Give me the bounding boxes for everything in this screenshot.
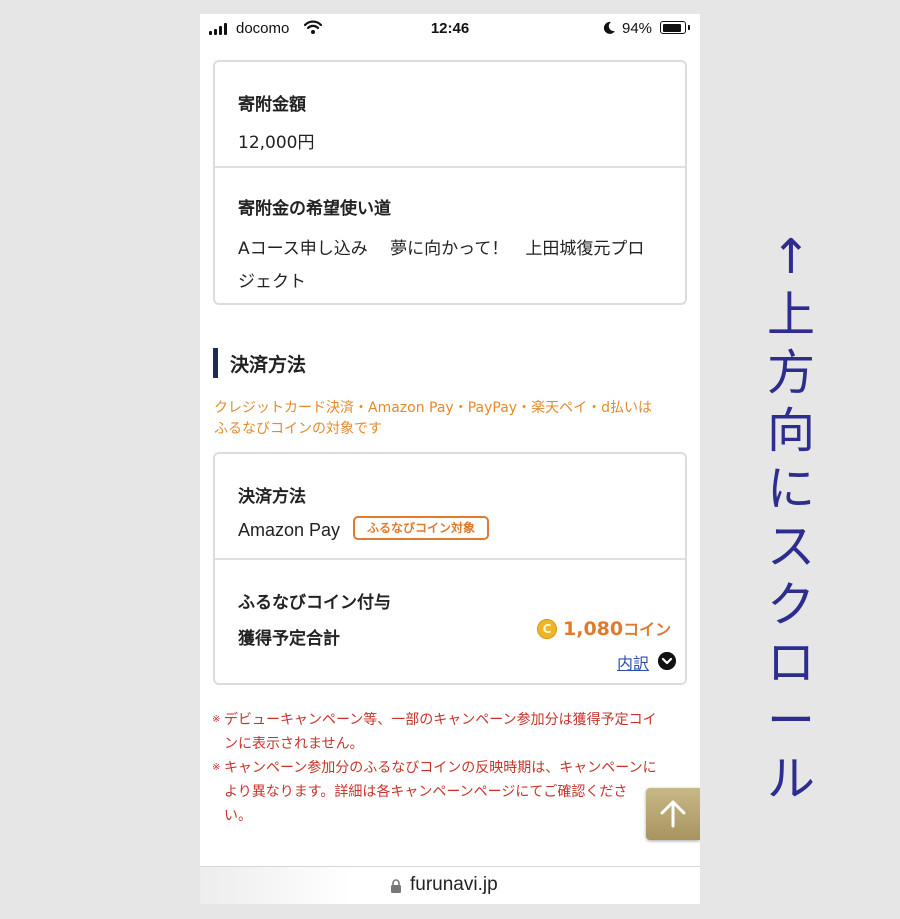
annotation-char: 方 [766, 345, 815, 401]
phone-screen: docomo 12:46 94% 寄附金額 12,000円 寄附金の希望使い道 … [200, 14, 700, 904]
coin-award-label: ふるなびコイン付与 [238, 593, 391, 613]
breakdown-link[interactable]: 内訳 [617, 650, 649, 674]
donation-amount-label: 寄附金額 [238, 95, 306, 115]
donation-usage-value-line2: ジェクト [238, 272, 306, 292]
battery-tip [688, 25, 690, 30]
lock-icon [391, 879, 401, 893]
campaign-notes: ※ デビューキャンペーン等、一部のキャンペーン参加分は獲得予定コイ ンに表示され… [212, 708, 690, 828]
coin-unit: コイン [623, 620, 672, 639]
note-item: ※ キャンペーン参加分のふるなびコインの反映時期は、キャンペーンに より異なりま… [212, 756, 690, 828]
coin-total: 1,080コイン [563, 616, 671, 640]
annotation-char: 向 [766, 403, 815, 459]
coin-eligibility-notice-line1: クレジットカード決済・Amazon Pay・PayPay・楽天ペイ・d払いは [214, 400, 652, 416]
note-line: い。 [224, 808, 252, 824]
up-arrow-icon: ↑ [770, 229, 812, 285]
payment-section-heading: 決済方法 [230, 354, 307, 376]
scheduled-total-label: 獲得予定合計 [238, 629, 340, 649]
donation-usage-label: 寄附金の希望使い道 [238, 199, 391, 219]
donation-amount-value: 12,000円 [238, 133, 315, 153]
payment-method-label: 決済方法 [238, 487, 306, 507]
note-line: ンに表示されません。 [224, 736, 364, 752]
battery-percentage: 94% [622, 20, 653, 37]
battery-icon [660, 21, 686, 34]
annotation-char: ス [766, 519, 815, 575]
coin-eligibility-notice: クレジットカード決済・Amazon Pay・PayPay・楽天ペイ・d払いは ふ… [214, 398, 694, 440]
note-item: ※ デビューキャンペーン等、一部のキャンペーン参加分は獲得予定コイ ンに表示され… [212, 708, 690, 756]
coin-eligibility-notice-line2: ふるなびコインの対象です [214, 421, 382, 437]
browser-address-bar[interactable]: furunavi.jp [200, 866, 700, 904]
note-line: キャンペーン参加分のふるなびコインの反映時期は、キャンペーンに [224, 760, 657, 776]
status-bar: docomo 12:46 94% [200, 14, 700, 44]
coin-eligible-badge: ふるなびコイン対象 [353, 516, 489, 540]
section-heading-accent-bar [213, 348, 218, 378]
annotation-char: 上 [766, 287, 815, 343]
address-url: furunavi.jp [410, 874, 498, 895]
do-not-disturb-moon-icon [603, 21, 615, 34]
coin-icon: C [537, 619, 557, 639]
coin-amount-value: 1,080 [563, 618, 624, 640]
payment-method-section: 決済方法 Amazon Pay ふるなびコイン対象 [215, 454, 685, 558]
donation-summary-card: 寄附金額 12,000円 寄附金の希望使い道 Aコース申し込み 夢に向かって！ … [213, 60, 687, 305]
annotation-char: に [766, 461, 815, 517]
note-line: デビューキャンペーン等、一部のキャンペーン参加分は獲得予定コイ [224, 712, 657, 728]
annotation-char: ル [766, 751, 815, 807]
annotation-char: ー [766, 693, 815, 749]
payment-card: 決済方法 Amazon Pay ふるなびコイン対象 ふるなびコイン付与 獲得予定… [213, 452, 687, 685]
scroll-up-annotation: ↑ 上 方 向 に ス ク ロ ー ル [766, 228, 816, 808]
donation-usage-value-line1: Aコース申し込み 夢に向かって！ 上田城復元プロ [238, 239, 645, 259]
arrow-up-icon [660, 800, 686, 828]
note-mark: ※ [212, 714, 221, 725]
note-mark: ※ [212, 762, 221, 773]
payment-method-value: Amazon Pay [238, 520, 341, 540]
battery-level-fill [662, 23, 682, 32]
donation-usage-section: 寄附金の希望使い道 Aコース申し込み 夢に向かって！ 上田城復元プロ ジェクト [215, 166, 685, 305]
scroll-to-top-button[interactable] [646, 788, 700, 840]
donation-amount-section: 寄附金額 12,000円 [215, 62, 685, 166]
annotation-char: ロ [766, 635, 815, 691]
chevron-down-icon[interactable] [658, 652, 676, 670]
note-line: より異なります。詳細は各キャンペーンページにてご確認くださ [224, 784, 628, 800]
annotation-char: ク [766, 577, 815, 633]
